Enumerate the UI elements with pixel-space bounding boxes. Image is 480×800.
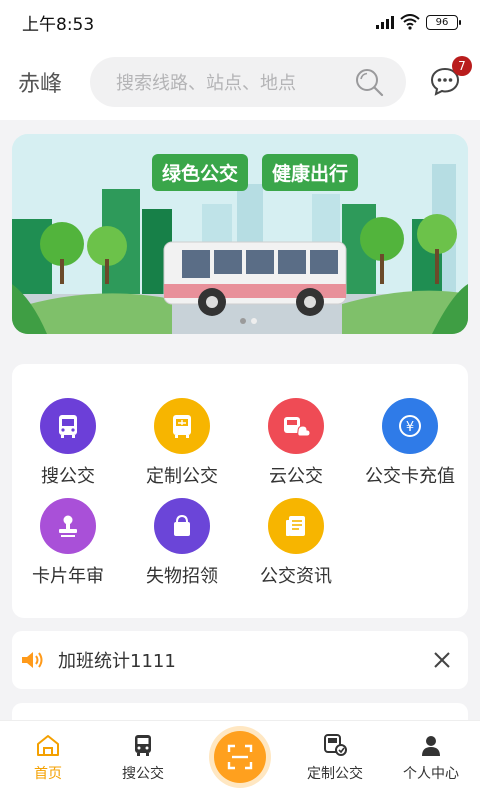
lost-found-bag-icon — [154, 498, 210, 554]
news-icon — [268, 498, 324, 554]
func-bus-news[interactable]: 公交资讯 — [241, 498, 351, 588]
banner-slogan-2: 健康出行 — [262, 154, 359, 191]
message-button[interactable]: 7 — [430, 56, 472, 98]
banner-slogan-1: 绿色公交 — [152, 154, 249, 191]
svg-text:¥: ¥ — [406, 420, 414, 435]
tab-label: 定制公交 — [307, 766, 363, 782]
notice-text: 加班统计1111 — [58, 651, 176, 672]
tab-custom-bus[interactable]: 定制公交 — [290, 733, 380, 783]
search-bar[interactable]: 搜索线路、站点、地点 — [90, 57, 406, 107]
tab-home[interactable]: 首页 — [3, 733, 93, 783]
func-label: 云公交 — [269, 466, 323, 487]
home-icon — [37, 735, 59, 756]
message-count-badge: 7 — [452, 56, 472, 76]
promo-banner[interactable]: 绿色公交 健康出行 — [12, 134, 468, 334]
func-label: 搜公交 — [41, 466, 95, 487]
tab-label: 搜公交 — [122, 766, 164, 782]
cloud-bus-icon — [268, 398, 324, 454]
status-bar: 上午8:53 96 — [0, 0, 480, 44]
func-lost-found[interactable]: 失物招领 — [127, 498, 237, 588]
func-card-recharge[interactable]: ¥ 公交卡充值 — [355, 398, 465, 488]
city-selector[interactable]: 赤峰 — [18, 66, 90, 98]
bus-icon — [135, 735, 151, 756]
custom-bus-icon — [324, 734, 347, 756]
search-icon[interactable] — [354, 67, 384, 97]
tab-label: 首页 — [34, 766, 62, 782]
app-header: 赤峰 搜索线路、站点、地点 7 — [0, 44, 480, 120]
wifi-icon — [400, 14, 420, 30]
tab-search-bus[interactable]: 搜公交 — [98, 733, 188, 783]
scan-button[interactable] — [214, 731, 266, 783]
close-icon[interactable] — [432, 650, 452, 670]
battery-indicator: 96 — [426, 14, 461, 30]
func-card-annual-review[interactable]: 卡片年审 — [13, 498, 123, 588]
func-label: 定制公交 — [146, 466, 218, 487]
stamp-icon — [40, 498, 96, 554]
tab-label: 个人中心 — [403, 766, 459, 782]
func-label: 失物招领 — [146, 566, 218, 587]
func-label: 公交卡充值 — [365, 466, 455, 487]
func-custom-bus[interactable]: 定制公交 — [127, 398, 237, 488]
person-icon — [422, 736, 440, 756]
search-placeholder: 搜索线路、站点、地点 — [116, 73, 296, 94]
custom-bus-icon — [154, 398, 210, 454]
signal-icon — [376, 15, 394, 29]
bottom-tab-bar: 首页 搜公交 定制公交 个人中心 — [0, 720, 480, 800]
function-grid: 搜公交 定制公交 云公交 ¥ 公交卡充值 卡片年审 失物招领 公交资讯 — [12, 364, 468, 618]
banner-slogans: 绿色公交 健康出行 — [152, 154, 359, 191]
func-label: 公交资讯 — [260, 566, 332, 587]
notice-bar[interactable]: 加班统计1111 — [12, 631, 468, 689]
func-label: 卡片年审 — [32, 566, 104, 587]
speaker-icon — [22, 652, 43, 668]
bus-icon — [40, 398, 96, 454]
scan-icon — [227, 744, 253, 770]
status-icons: 96 — [376, 14, 461, 30]
carousel-dot — [240, 318, 246, 324]
tab-profile[interactable]: 个人中心 — [386, 733, 476, 783]
func-cloud-bus[interactable]: 云公交 — [241, 398, 351, 488]
func-search-bus[interactable]: 搜公交 — [13, 398, 123, 488]
status-time: 上午8:53 — [22, 14, 95, 35]
carousel-dots — [240, 318, 257, 324]
carousel-dot — [251, 318, 257, 324]
card-recharge-icon: ¥ — [382, 398, 438, 454]
